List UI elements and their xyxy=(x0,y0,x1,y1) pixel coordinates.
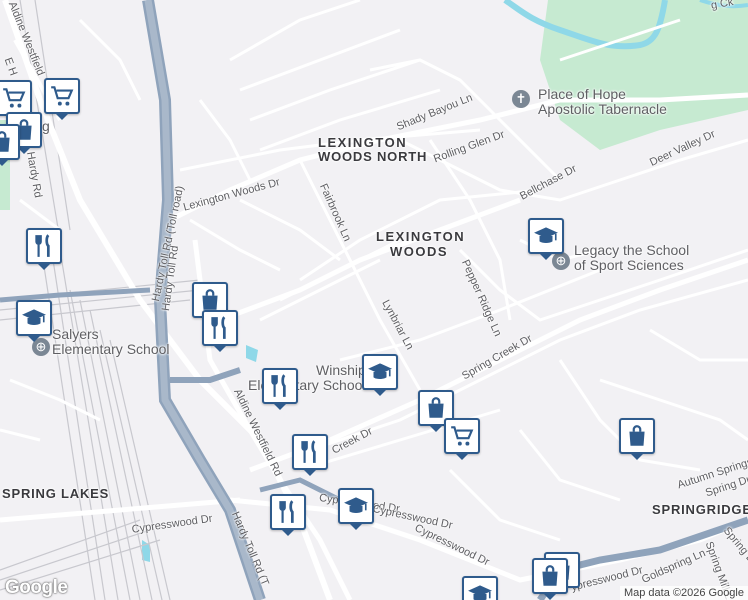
shopping-cart-marker[interactable] xyxy=(444,418,480,460)
shopping-cart-marker[interactable] xyxy=(44,78,80,120)
restaurant-marker[interactable] xyxy=(292,434,328,476)
graduation-cap-icon xyxy=(22,309,46,326)
poi-legacy-school-1[interactable]: Legacy the School xyxy=(574,242,689,258)
poi-place-of-hope-2[interactable]: Apostolic Tabernacle xyxy=(538,101,667,117)
school-marker[interactable] xyxy=(528,218,564,260)
fork-knife-icon xyxy=(301,440,316,463)
area-label-lexington-woods-north-1: LEXINGTON xyxy=(318,135,408,150)
area-label-lexington-woods-north-2: WOODS NORTH xyxy=(318,149,428,164)
poi-place-of-hope-1[interactable]: Place of Hope xyxy=(538,86,626,102)
school-poi-icon: ⊕ xyxy=(552,252,570,270)
poi-winship-1[interactable]: Winship xyxy=(316,362,366,378)
shopping-bag-icon xyxy=(629,425,645,446)
shopping-bag-marker[interactable] xyxy=(619,418,655,460)
shopping-bag-icon xyxy=(428,397,444,418)
area-label-lexington-woods-2: WOODS xyxy=(390,244,449,259)
restaurant-marker[interactable] xyxy=(202,310,238,352)
poi-salyers-2[interactable]: Elementary School xyxy=(52,341,170,357)
shopping-bag-marker[interactable] xyxy=(0,124,20,166)
area-label-springridge: SPRINGRIDGE xyxy=(652,502,748,517)
fork-knife-icon xyxy=(35,234,50,257)
fork-knife-icon xyxy=(271,374,286,397)
school-marker[interactable] xyxy=(462,576,498,600)
restaurant-marker[interactable] xyxy=(270,494,306,536)
shopping-bag-icon xyxy=(0,131,10,152)
graduation-cap-icon xyxy=(368,363,392,380)
shopping-cart-icon xyxy=(51,86,74,106)
area-label-lexington-woods-1: LEXINGTON xyxy=(376,229,466,244)
school-marker[interactable] xyxy=(16,300,52,342)
shopping-bag-marker[interactable] xyxy=(532,558,568,600)
shopping-cart-icon xyxy=(3,88,26,108)
area-label-spring-lakes: SPRING LAKES xyxy=(2,486,110,501)
shopping-cart-marker[interactable] xyxy=(0,80,32,122)
map-canvas[interactable]: LEXINGTON WOODS NORTH LEXINGTON WOODS SP… xyxy=(0,0,748,600)
map-attribution[interactable]: Map data ©2026 Google xyxy=(619,586,748,600)
poi-legacy-school-2[interactable]: of Sport Sciences xyxy=(574,257,684,273)
graduation-cap-icon xyxy=(344,497,368,514)
school-marker[interactable] xyxy=(362,354,398,396)
restaurant-marker[interactable] xyxy=(26,228,62,270)
restaurant-marker[interactable] xyxy=(262,368,298,410)
poi-salyers-1[interactable]: Salyers xyxy=(52,326,99,342)
graduation-cap-icon xyxy=(534,227,558,244)
shopping-cart-icon xyxy=(451,426,474,446)
graduation-cap-icon xyxy=(468,585,492,600)
google-logo: Google xyxy=(5,577,68,598)
fork-knife-icon xyxy=(211,316,226,339)
school-marker[interactable] xyxy=(338,488,374,530)
street-label-left-edge: g xyxy=(42,118,50,134)
fork-knife-icon xyxy=(279,500,294,523)
shopping-bag-icon xyxy=(542,565,558,586)
place-of-worship-icon: ✝ xyxy=(512,90,530,108)
